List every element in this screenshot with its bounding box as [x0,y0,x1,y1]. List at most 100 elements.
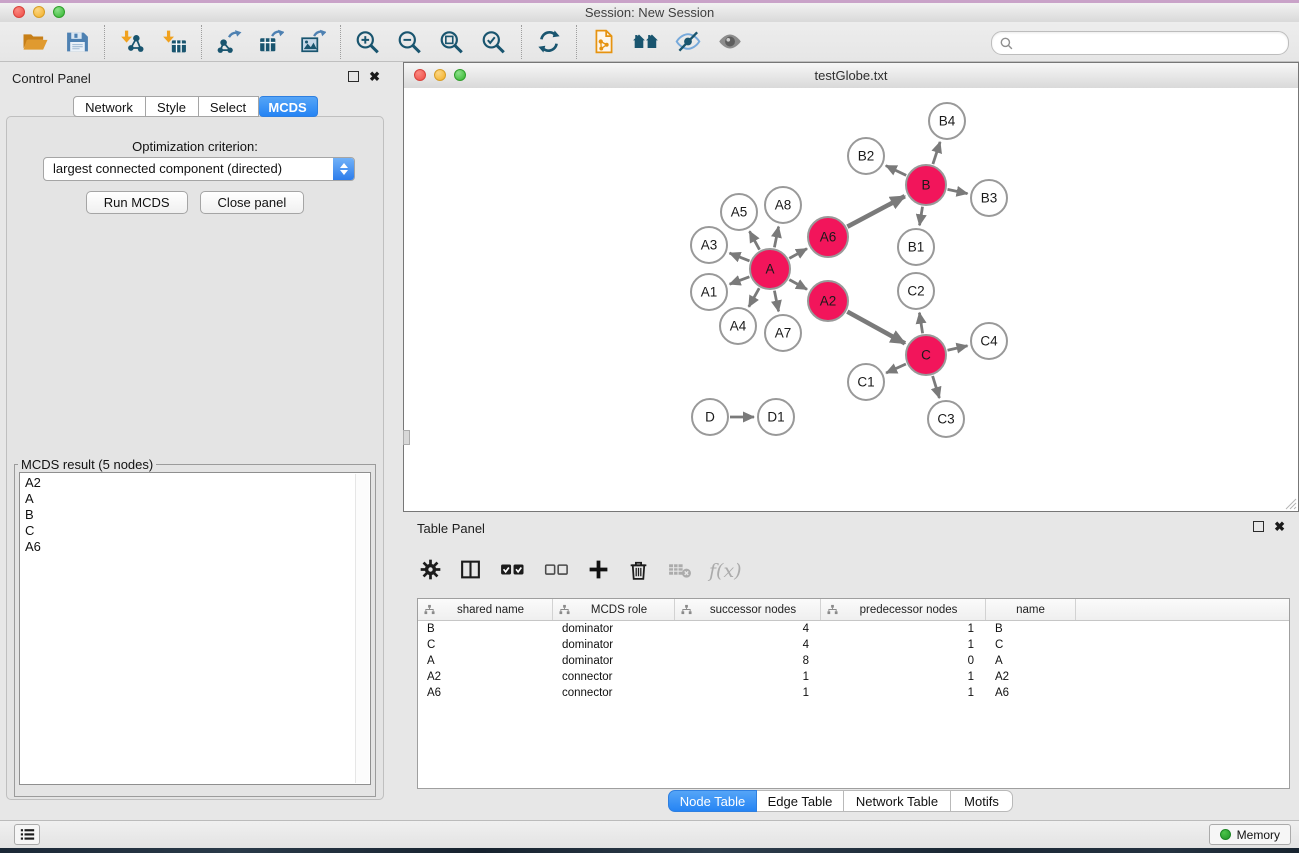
function-builder-button[interactable]: f(x) [709,560,742,582]
cell[interactable]: 1 [821,671,986,683]
criterion-select[interactable]: largest connected component (directed) [43,157,355,181]
node-A[interactable]: A [750,249,790,289]
tab-motifs[interactable]: Motifs [951,790,1013,812]
edge-C-C4[interactable] [948,346,968,350]
edge-B-B4[interactable] [933,142,940,164]
node-C3[interactable]: C3 [928,401,964,437]
close-table-panel-icon[interactable]: ✖ [1274,521,1285,532]
edge-A-A7[interactable] [774,291,778,312]
run-mcds-button[interactable]: Run MCDS [86,191,188,214]
zoom-fit-button[interactable] [434,25,470,59]
delete-table-button[interactable] [667,558,692,584]
edge-C-C1[interactable] [886,364,906,373]
column-header-shared-name[interactable]: shared name [418,599,553,620]
node-C4[interactable]: C4 [971,323,1007,359]
edge-C-C2[interactable] [919,313,922,334]
cell[interactable]: 1 [675,671,821,683]
search-input[interactable] [1018,33,1288,53]
cell[interactable]: connector [553,671,675,683]
mcds-result-item[interactable]: A2 [25,475,370,491]
open-session-button[interactable] [17,25,53,59]
cell[interactable]: 0 [821,655,986,667]
import-table-button[interactable] [156,25,192,59]
column-header-mcds-role[interactable]: MCDS role [553,599,675,620]
edge-B-B2[interactable] [886,166,906,176]
close-panel-icon[interactable]: ✖ [369,71,380,82]
cell[interactable]: 8 [675,655,821,667]
table-row[interactable]: Bdominator41B [418,621,1289,637]
node-A5[interactable]: A5 [721,194,757,230]
search-box[interactable] [991,31,1289,55]
node-A8[interactable]: A8 [765,187,801,223]
export-image-button[interactable] [295,25,331,59]
cell[interactable]: B [418,623,553,635]
show-hidden-button[interactable] [712,25,748,59]
node-A7[interactable]: A7 [765,315,801,351]
cell[interactable]: 4 [675,639,821,651]
table-row[interactable]: A2connector11A2 [418,669,1289,685]
cell[interactable]: 1 [821,639,986,651]
tab-select[interactable]: Select [199,96,259,117]
cell[interactable]: A6 [418,687,553,699]
add-column-button[interactable] [587,558,610,584]
toggle-columns-button[interactable] [459,558,482,584]
edge-B-B1[interactable] [920,207,923,226]
table-row[interactable]: Cdominator41C [418,637,1289,653]
table-row[interactable]: Adominator80A [418,653,1289,669]
cell[interactable]: connector [553,687,675,699]
settings-gear-button[interactable] [419,558,442,584]
cell[interactable]: A [418,655,553,667]
node-A3[interactable]: A3 [691,227,727,263]
cell[interactable]: dominator [553,655,675,667]
node-D1[interactable]: D1 [758,399,794,435]
cell[interactable]: dominator [553,639,675,651]
cell[interactable]: 4 [675,623,821,635]
tab-node-table[interactable]: Node Table [668,790,757,812]
network-window-titlebar[interactable]: testGlobe.txt [404,63,1298,89]
edge-A-A5[interactable] [750,231,760,249]
mcds-result-item[interactable]: B [25,507,370,523]
tab-style[interactable]: Style [146,96,199,117]
cell[interactable]: 1 [675,687,821,699]
edge-B-B3[interactable] [948,189,968,193]
column-header-predecessor-nodes[interactable]: predecessor nodes [821,599,986,620]
table-row[interactable]: A6connector11A6 [418,685,1289,701]
tab-edge-table[interactable]: Edge Table [757,790,844,812]
tab-network-table[interactable]: Network Table [844,790,951,812]
edge-A-A1[interactable] [730,277,750,284]
node-B3[interactable]: B3 [971,180,1007,216]
cell[interactable]: C [986,639,1076,651]
zoom-in-button[interactable] [350,25,386,59]
edge-C-C3[interactable] [933,376,940,398]
float-panel-icon[interactable] [348,71,359,82]
resize-grip-icon[interactable] [1285,498,1297,510]
mcds-list-scrollbar[interactable] [355,474,369,783]
column-header-successor-nodes[interactable]: successor nodes [675,599,821,620]
cell[interactable]: A6 [986,687,1076,699]
cell[interactable]: B [986,623,1076,635]
save-session-button[interactable] [59,25,95,59]
mcds-result-item[interactable]: A [25,491,370,507]
node-B1[interactable]: B1 [898,229,934,265]
mcds-result-item[interactable]: A6 [25,539,370,555]
edge-A-A3[interactable] [730,253,750,261]
task-history-button[interactable] [14,824,40,845]
node-B4[interactable]: B4 [929,103,965,139]
import-network-button[interactable] [114,25,150,59]
network-canvas[interactable]: AA1A2A3A4A5A6A7A8BB1B2B3B4CC1C2C3C4DD1 [404,88,1298,511]
float-table-panel-icon[interactable] [1253,521,1264,532]
mcds-result-item[interactable]: C [25,523,370,539]
export-table-button[interactable] [253,25,289,59]
node-C1[interactable]: C1 [848,364,884,400]
cell[interactable]: A [986,655,1076,667]
zoom-selected-button[interactable] [476,25,512,59]
tab-mcds[interactable]: MCDS [259,96,318,117]
export-network-button[interactable] [211,25,247,59]
cell[interactable]: 1 [821,623,986,635]
memory-button[interactable]: Memory [1209,824,1291,845]
node-A2[interactable]: A2 [808,281,848,321]
home-button[interactable] [628,25,664,59]
edge-A2-C[interactable] [847,312,905,344]
cell[interactable]: C [418,639,553,651]
edge-A-A2[interactable] [789,280,807,290]
